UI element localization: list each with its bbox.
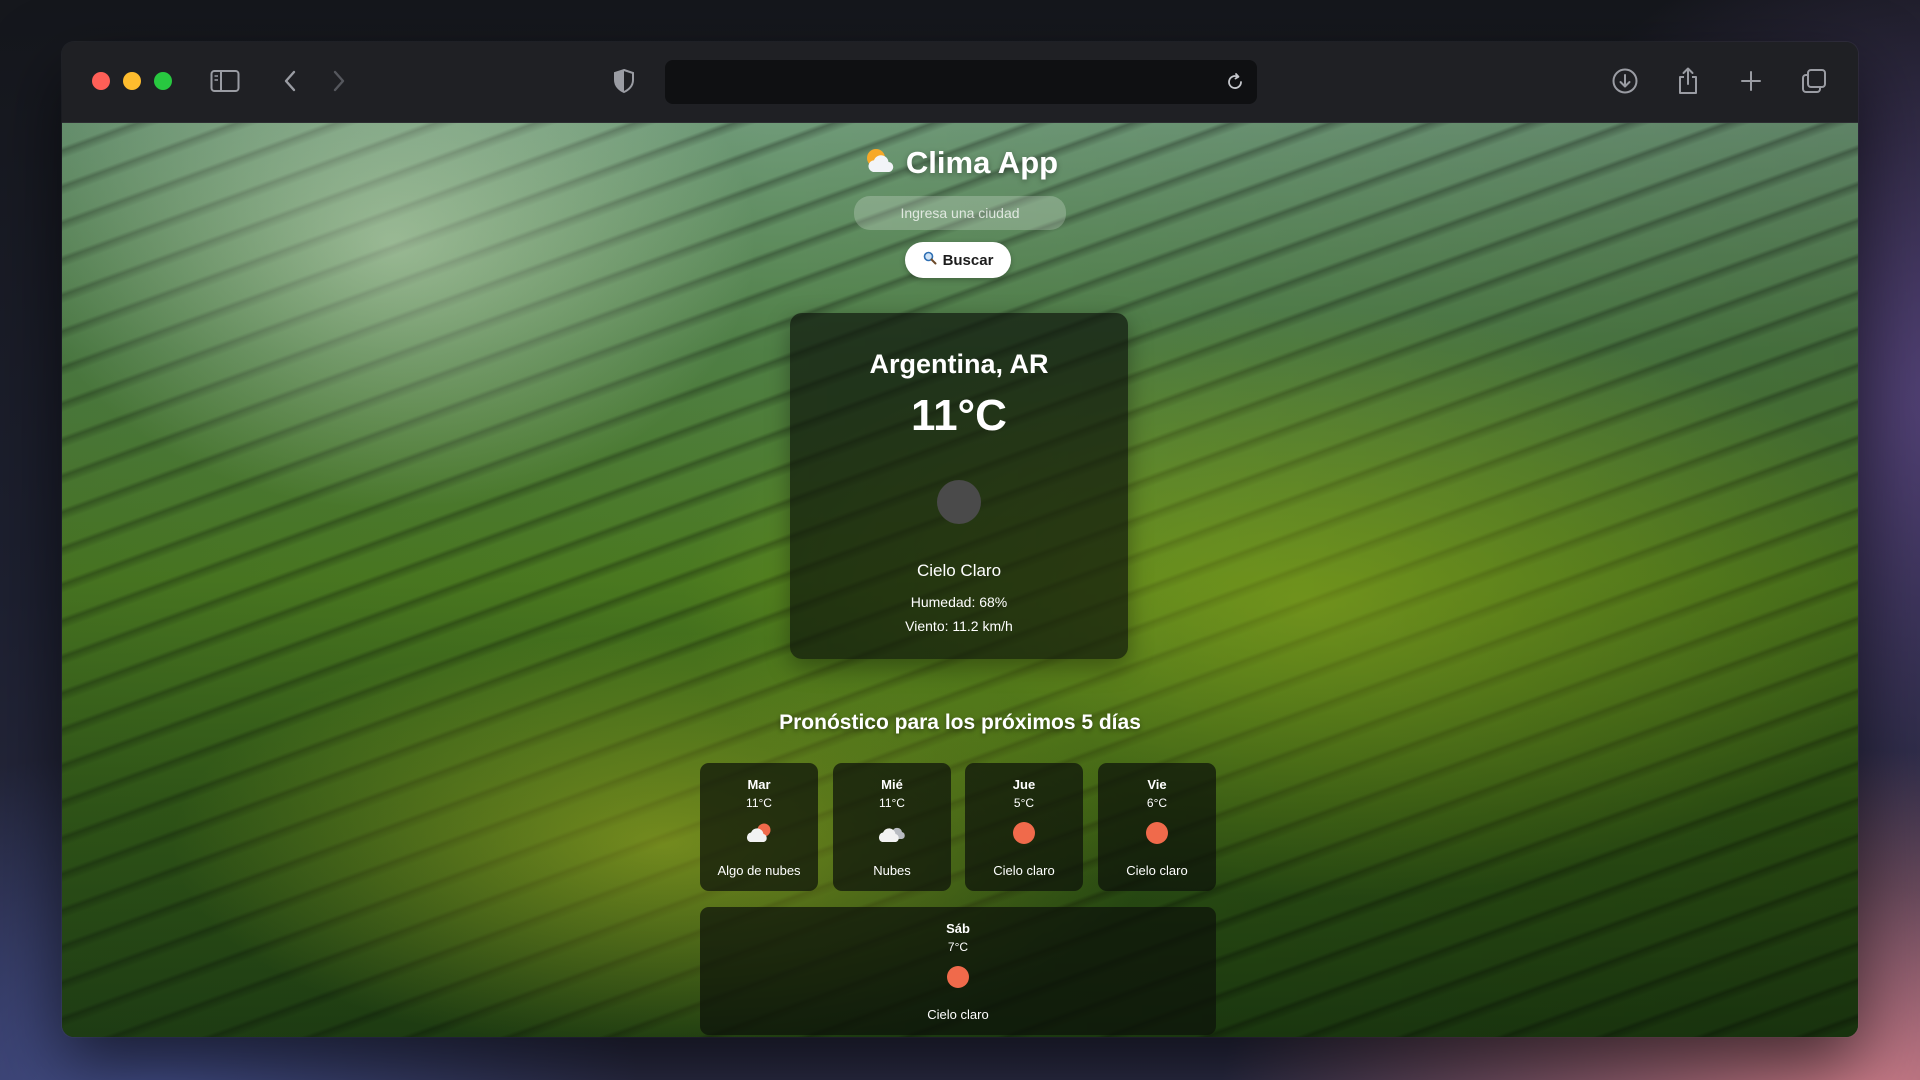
partly-sunny-icon xyxy=(862,146,896,181)
back-icon[interactable] xyxy=(273,64,307,98)
forecast-day-desc: Algo de nubes xyxy=(717,863,801,878)
forecast-day-desc: Nubes xyxy=(873,863,911,878)
cloud-icon xyxy=(877,821,907,845)
forecast-day-card: Mar 11°C Algo de nubes xyxy=(700,763,818,891)
current-temperature: 11°C xyxy=(911,391,1007,440)
search-button[interactable]: Buscar xyxy=(905,242,1011,278)
tabs-overview-icon[interactable] xyxy=(1797,64,1831,98)
shield-icon[interactable] xyxy=(607,64,641,98)
forecast-title: Pronóstico para los próximos 5 días xyxy=(779,711,1141,734)
sidebar-icon[interactable] xyxy=(208,64,242,98)
close-window-button[interactable] xyxy=(92,72,110,90)
app-header: Clima App xyxy=(62,145,1858,181)
forecast-day-card: Vie 6°C Cielo claro xyxy=(1098,763,1216,891)
search-button-label: Buscar xyxy=(942,251,994,269)
forecast-day-name: Jue xyxy=(1012,777,1036,792)
browser-window: Clima App Buscar Argentina, AR 11°C Ciel… xyxy=(62,42,1858,1037)
forecast-day-temp: 5°C xyxy=(1013,796,1035,810)
download-icon[interactable] xyxy=(1608,64,1642,98)
forecast-day-card: Jue 5°C Cielo claro xyxy=(965,763,1083,891)
city-search-input[interactable] xyxy=(854,196,1066,230)
forecast-day-temp: 7°C xyxy=(947,940,969,954)
sun-icon xyxy=(943,965,973,989)
new-tab-icon[interactable] xyxy=(1734,64,1768,98)
page-viewport: Clima App Buscar Argentina, AR 11°C Ciel… xyxy=(62,123,1858,1037)
app-title: Clima App xyxy=(905,145,1059,180)
city-name: Argentina, AR xyxy=(869,349,1049,379)
zoom-window-button[interactable] xyxy=(154,72,172,90)
forecast-day-name: Vie xyxy=(1147,777,1167,792)
weather-description: Cielo Claro xyxy=(916,561,1002,580)
minimize-window-button[interactable] xyxy=(123,72,141,90)
reload-icon[interactable] xyxy=(1221,68,1249,96)
weather-icon xyxy=(937,480,981,524)
sun-icon xyxy=(1142,821,1172,845)
wind-text: Viento: 11.2 km/h xyxy=(905,618,1013,634)
share-icon[interactable] xyxy=(1671,64,1705,98)
forecast-day-card: Sáb 7°C Cielo claro xyxy=(700,907,1216,1035)
forecast-day-name: Sáb xyxy=(946,921,970,936)
forecast-day-temp: 11°C xyxy=(746,796,772,810)
forward-icon[interactable] xyxy=(322,64,356,98)
forecast-day-temp: 11°C xyxy=(879,796,905,810)
forecast-day-name: Mar xyxy=(747,777,771,792)
forecast-day-desc: Cielo claro xyxy=(927,1007,989,1022)
forecast-day-card: Mié 11°C Nubes xyxy=(833,763,951,891)
humidity-text: Humedad: 68% xyxy=(910,594,1008,610)
forecast-day-name: Mié xyxy=(881,777,903,792)
current-weather-card: Argentina, AR 11°C Cielo Claro Humedad: … xyxy=(790,313,1128,659)
magnifier-icon xyxy=(923,251,937,269)
forecast-day-desc: Cielo claro xyxy=(993,863,1055,878)
partly-cloudy-icon xyxy=(744,821,774,845)
forecast-day-temp: 6°C xyxy=(1146,796,1168,810)
weather-app: Clima App Buscar Argentina, AR 11°C Ciel… xyxy=(62,123,1858,1037)
browser-toolbar xyxy=(62,42,1858,123)
address-bar[interactable] xyxy=(665,60,1257,104)
forecast-day-desc: Cielo claro xyxy=(1126,863,1188,878)
sun-icon xyxy=(1009,821,1039,845)
